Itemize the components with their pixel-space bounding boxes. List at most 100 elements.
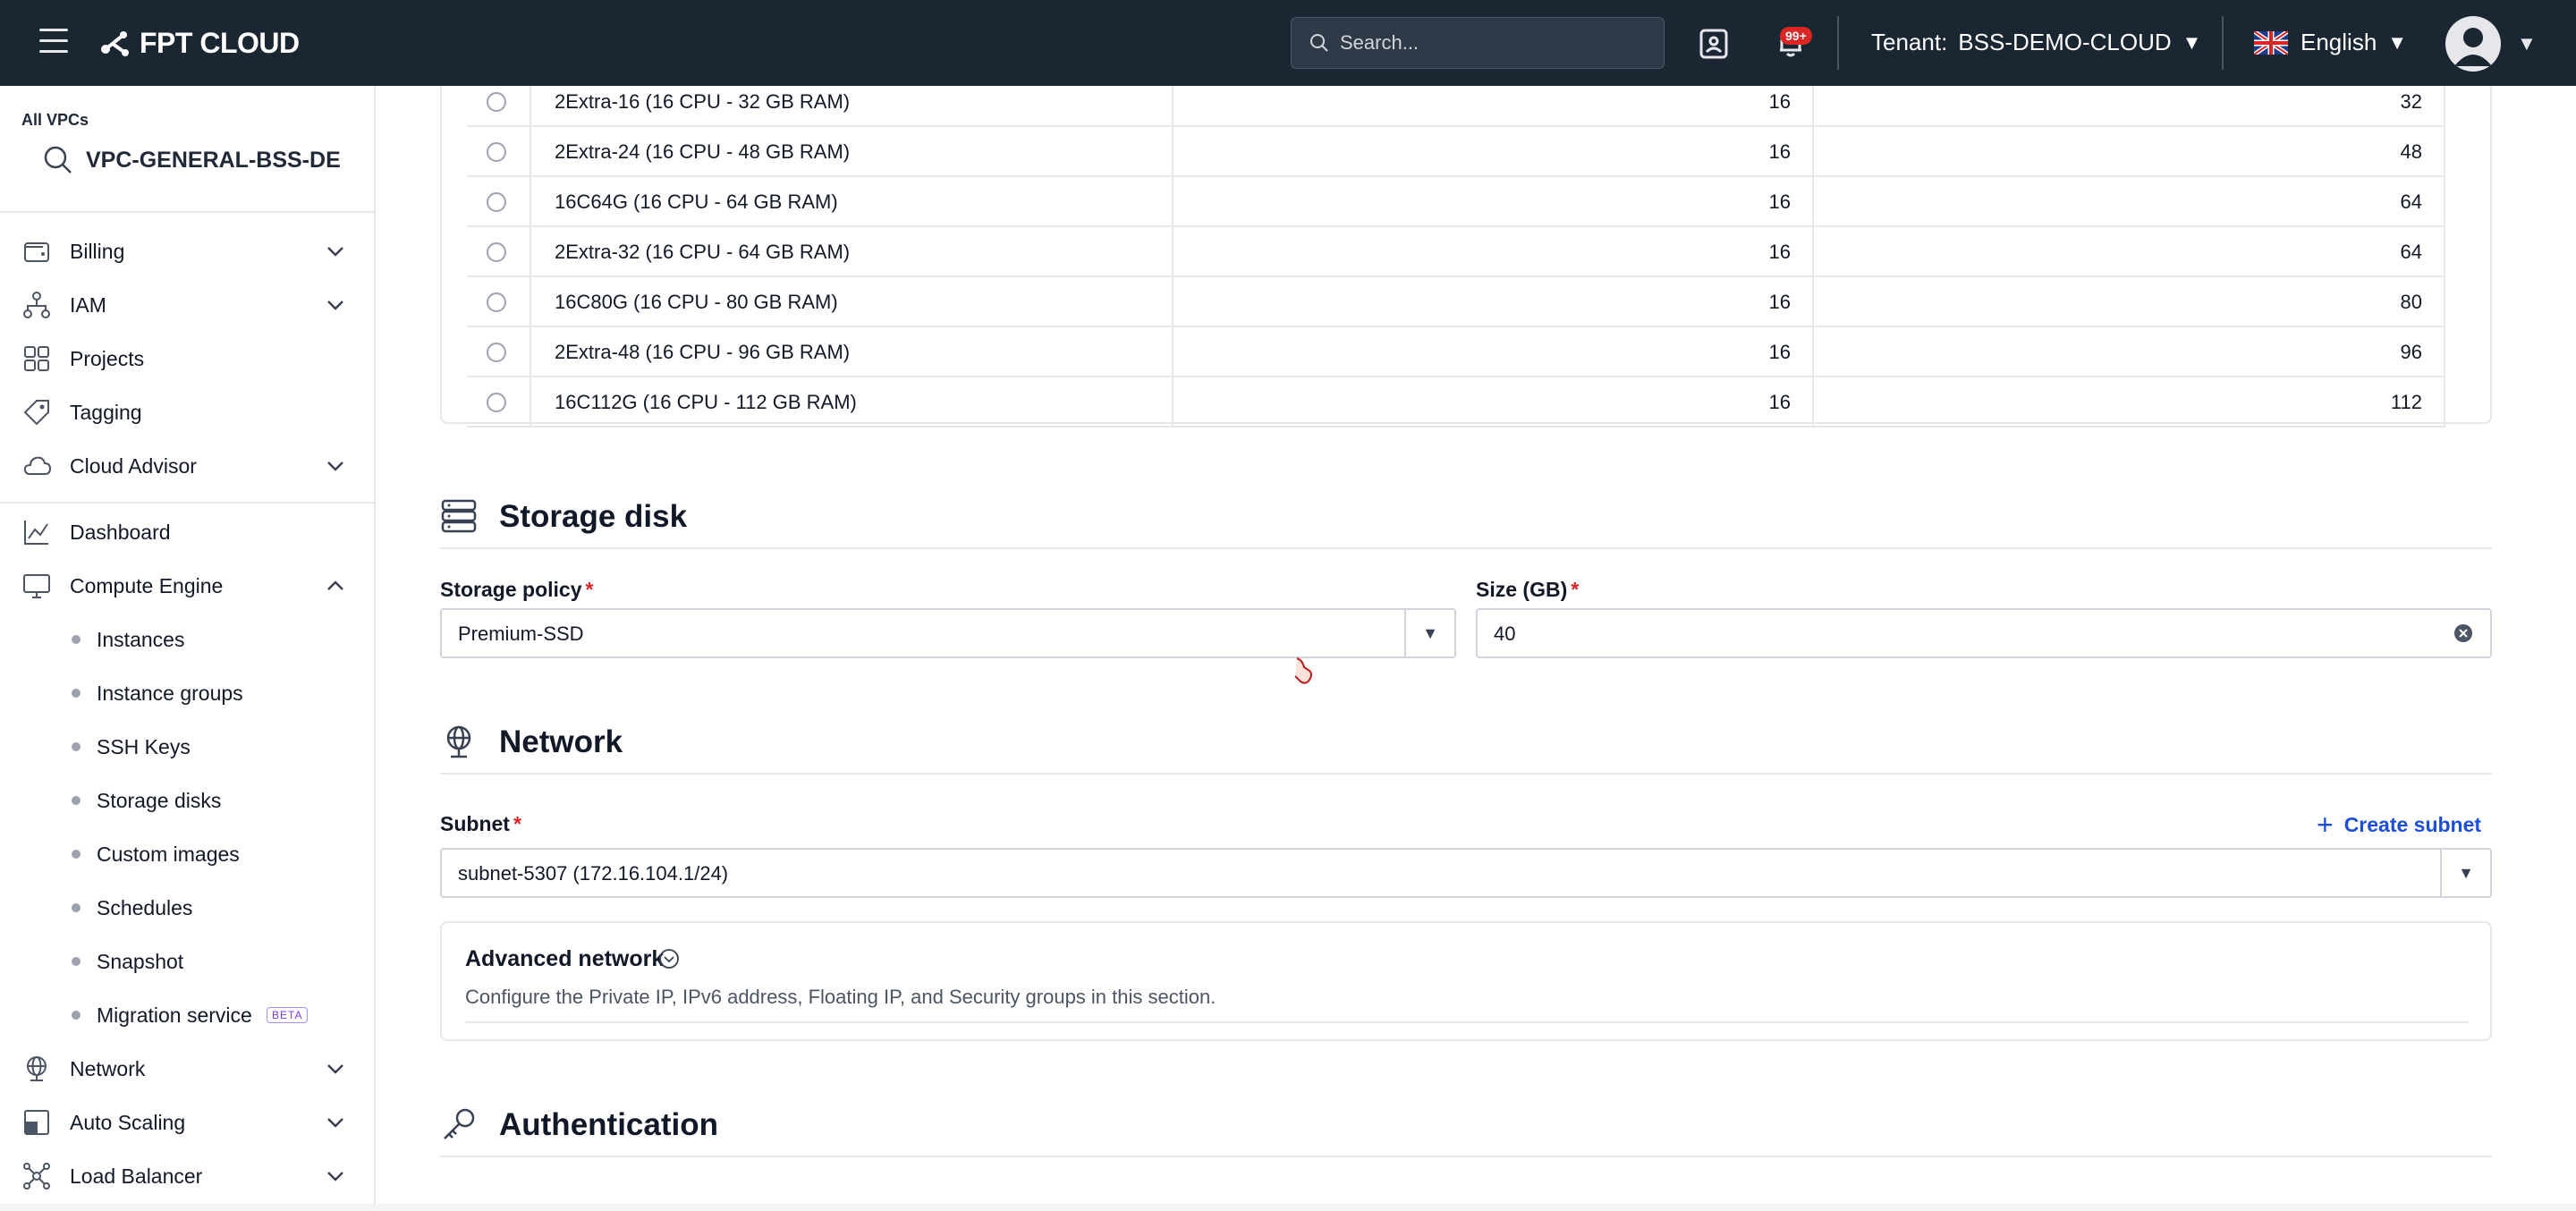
flavor-name: 16C64G (16 CPU - 64 GB RAM) — [531, 177, 1174, 227]
fpt-cloud-logo[interactable]: FPT CLOUD — [97, 24, 300, 62]
language-selector[interactable]: English ▼ — [2254, 29, 2407, 56]
caret-down-icon[interactable]: ▼ — [2440, 850, 2490, 896]
scaling-icon — [24, 1110, 49, 1135]
sidebar-subitem-label: SSH Keys — [97, 734, 191, 758]
bullet-icon — [72, 850, 80, 859]
advanced-network-title[interactable]: Advanced network — [465, 946, 664, 972]
table-row[interactable]: 16C112G (16 CPU - 112 GB RAM) 16 112 — [467, 377, 2445, 428]
flavor-radio[interactable] — [487, 192, 506, 212]
sidebar: All VPCs VPC-GENERAL-BSS-DE Billing IAM … — [0, 86, 376, 1211]
chevron-circle-down-icon[interactable] — [658, 948, 680, 970]
pointer-cursor-icon — [1294, 657, 1312, 684]
flavor-ram: 96 — [1814, 327, 2445, 377]
sidebar-subitem-label: Snapshot — [97, 949, 184, 973]
flavor-ram: 80 — [1814, 277, 2445, 327]
divider — [0, 211, 376, 213]
size-input[interactable]: 40 — [1476, 608, 2492, 658]
storage-policy-label: Storage policy * — [440, 578, 593, 602]
user-avatar[interactable] — [2445, 16, 2501, 72]
flavor-name: 16C80G (16 CPU - 80 GB RAM) — [531, 277, 1174, 327]
sidebar-subitem-migration-service[interactable]: Migration service BETA — [0, 990, 376, 1040]
menu-icon[interactable] — [39, 29, 68, 55]
size-value: 40 — [1494, 622, 1516, 645]
sidebar-item-network[interactable]: Network — [0, 1044, 376, 1094]
sidebar-subitem-ssh-keys[interactable]: SSH Keys — [0, 722, 376, 772]
sidebar-subitem-instance-groups[interactable]: Instance groups — [0, 668, 376, 718]
storage-policy-select[interactable]: Premium-SSD ▼ — [440, 608, 1456, 658]
vpc-selector[interactable]: VPC-GENERAL-BSS-DE — [43, 145, 341, 175]
table-row[interactable]: 2Extra-24 (16 CPU - 48 GB RAM) 16 48 — [467, 127, 2445, 177]
search-icon — [44, 146, 72, 174]
sidebar-subitem-label: Migration service — [97, 1003, 252, 1027]
main-content: 2Extra-16 (16 CPU - 32 GB RAM) 16 32 2Ex… — [377, 86, 2576, 1211]
caret-down-icon[interactable]: ▼ — [2517, 32, 2537, 55]
flavor-ram: 48 — [1814, 127, 2445, 177]
cloud-icon — [23, 456, 52, 475]
clipboard-user-icon[interactable] — [1696, 25, 1732, 61]
key-icon — [444, 1108, 475, 1139]
table-row[interactable]: 2Extra-32 (16 CPU - 64 GB RAM) 16 64 — [467, 227, 2445, 277]
global-search-input[interactable]: Search... — [1291, 17, 1665, 69]
sidebar-item-compute-engine[interactable]: Compute Engine — [0, 561, 376, 611]
network-section-header: Network — [440, 712, 2492, 775]
sidebar-item-cloud-advisor[interactable]: Cloud Advisor — [0, 441, 376, 491]
flavor-radio[interactable] — [487, 92, 506, 112]
subnet-label: Subnet * — [440, 812, 521, 836]
sidebar-subitem-instances[interactable]: Instances — [0, 614, 376, 665]
globe-icon — [446, 725, 471, 758]
flavor-radio[interactable] — [487, 343, 506, 362]
flavor-cpu: 16 — [1174, 277, 1814, 327]
table-row[interactable]: 16C80G (16 CPU - 80 GB RAM) 16 80 — [467, 277, 2445, 327]
radio-cell — [467, 277, 531, 327]
create-subnet-link[interactable]: + Create subnet — [2317, 809, 2481, 842]
flavor-radio[interactable] — [487, 393, 506, 412]
section-title: Network — [499, 724, 623, 759]
clear-icon[interactable] — [2453, 622, 2474, 644]
caret-down-icon[interactable]: ▼ — [1404, 610, 1454, 656]
search-placeholder: Search... — [1340, 31, 1419, 54]
sidebar-item-tagging[interactable]: Tagging — [0, 387, 376, 437]
table-row[interactable]: 2Extra-16 (16 CPU - 32 GB RAM) 16 32 — [467, 86, 2445, 127]
chevron-down-icon — [327, 1172, 343, 1181]
tenant-value: BSS-DEMO-CLOUD — [1958, 29, 2172, 55]
sidebar-subitem-schedules[interactable]: Schedules — [0, 883, 376, 933]
flavor-ram: 64 — [1814, 227, 2445, 277]
table-row[interactable]: 16C64G (16 CPU - 64 GB RAM) 16 64 — [467, 177, 2445, 227]
section-title: Storage disk — [499, 499, 688, 534]
subnet-select[interactable]: subnet-5307 (172.16.104.1/24) ▼ — [440, 848, 2492, 898]
flavor-radio[interactable] — [487, 292, 506, 312]
sidebar-subitem-snapshot[interactable]: Snapshot — [0, 936, 376, 987]
sidebar-item-label: Cloud Advisor — [70, 453, 197, 478]
vpc-scope-label: All VPCs — [21, 111, 89, 129]
tenant-selector[interactable]: Tenant: BSS-DEMO-CLOUD ▼ — [1871, 29, 2201, 56]
sidebar-item-projects[interactable]: Projects — [0, 334, 376, 384]
sidebar-item-dashboard[interactable]: Dashboard — [0, 507, 376, 557]
subnet-value: subnet-5307 (172.16.104.1/24) — [458, 862, 729, 885]
caret-down-icon: ▼ — [2182, 30, 2202, 54]
sidebar-subitem-label: Storage disks — [97, 788, 222, 812]
divider — [465, 1021, 2469, 1023]
sidebar-item-billing[interactable]: Billing — [0, 226, 376, 276]
chevron-down-icon — [327, 462, 343, 471]
flavor-cpu: 16 — [1174, 327, 1814, 377]
bullet-icon — [72, 796, 80, 805]
flavor-radio[interactable] — [487, 242, 506, 262]
sidebar-subitem-label: Schedules — [97, 895, 193, 919]
flavor-radio[interactable] — [487, 142, 506, 162]
bullet-icon — [72, 903, 80, 912]
radio-cell — [467, 86, 531, 127]
vpc-name: VPC-GENERAL-BSS-DE — [86, 147, 341, 173]
flavor-name: 2Extra-32 (16 CPU - 64 GB RAM) — [531, 227, 1174, 277]
sidebar-item-load-balancer[interactable]: Load Balancer — [0, 1151, 376, 1201]
sidebar-item-iam[interactable]: IAM — [0, 280, 376, 330]
horizontal-scrollbar[interactable] — [0, 1204, 2576, 1211]
sidebar-item-label: Compute Engine — [70, 573, 224, 597]
section-title: Authentication — [499, 1107, 718, 1142]
sidebar-item-auto-scaling[interactable]: Auto Scaling — [0, 1097, 376, 1147]
table-row[interactable]: 2Extra-48 (16 CPU - 96 GB RAM) 16 96 — [467, 327, 2445, 377]
sidebar-subitem-label: Instance groups — [97, 681, 243, 705]
sidebar-subitem-custom-images[interactable]: Custom images — [0, 829, 376, 879]
sidebar-subitem-storage-disks[interactable]: Storage disks — [0, 775, 376, 826]
flavor-name: 2Extra-16 (16 CPU - 32 GB RAM) — [531, 86, 1174, 127]
radio-cell — [467, 177, 531, 227]
